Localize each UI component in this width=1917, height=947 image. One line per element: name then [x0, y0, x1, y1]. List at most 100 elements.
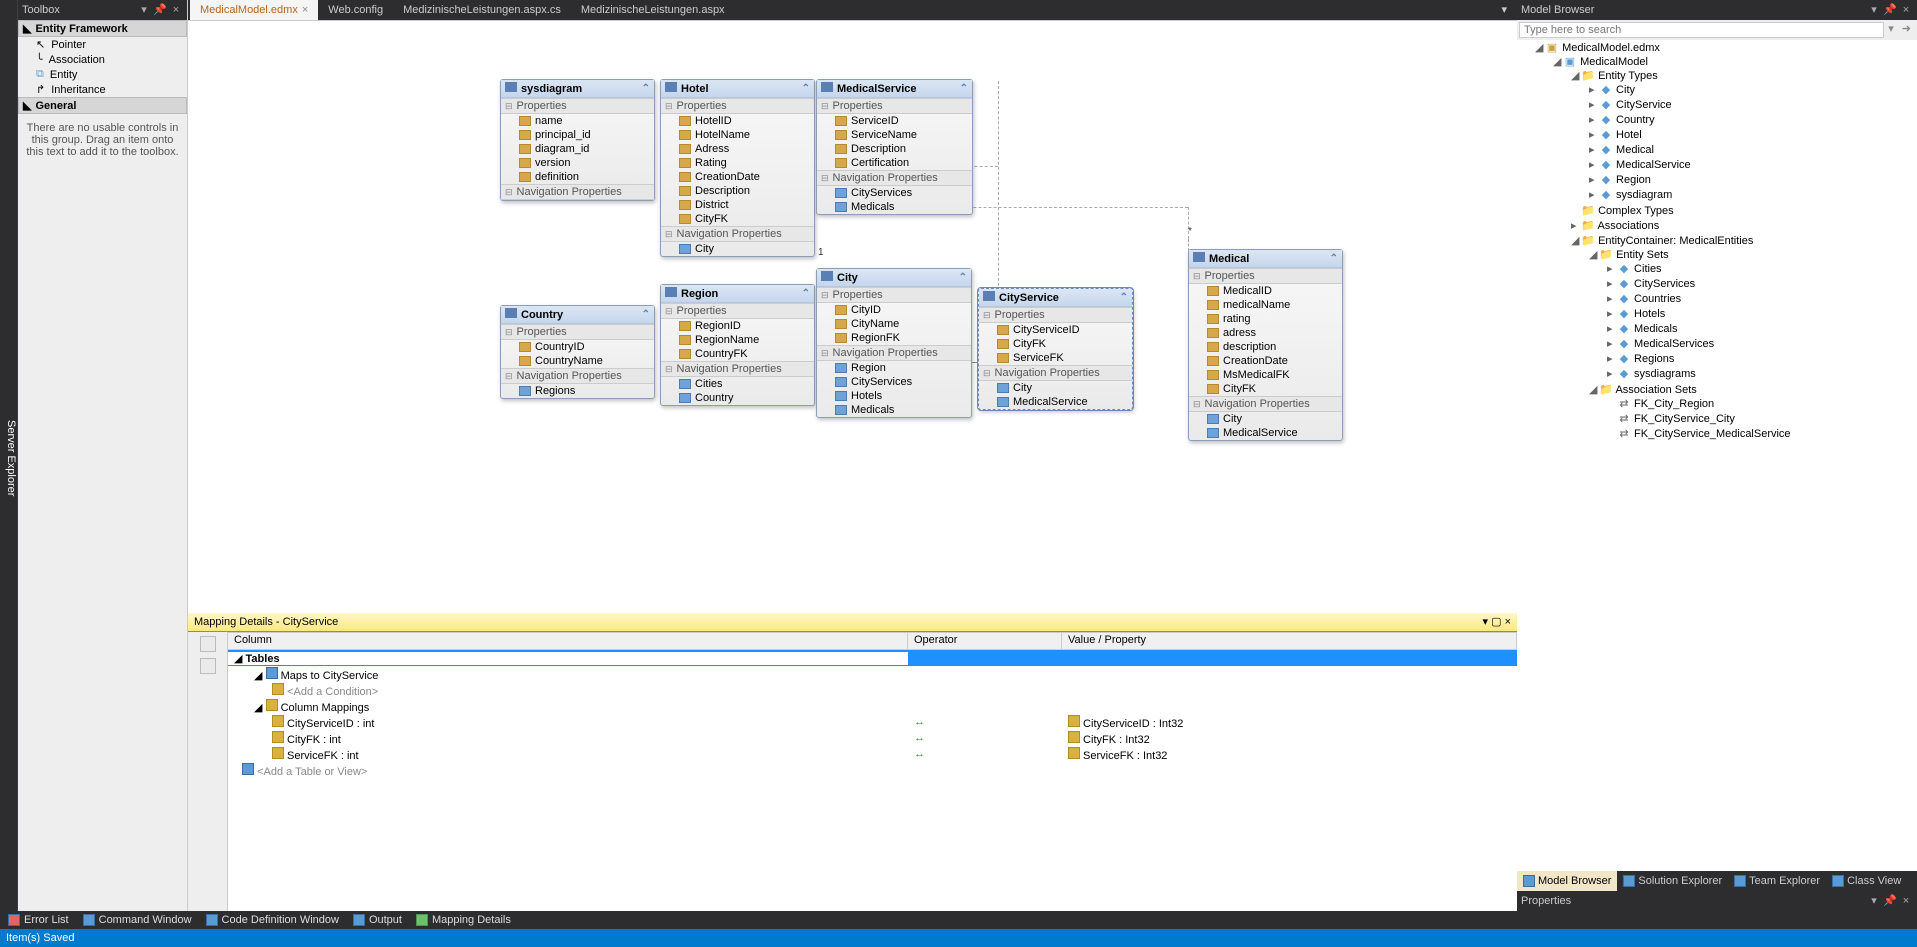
- tree-item[interactable]: ▸◆ CityServices: [1603, 276, 1917, 291]
- tree-item[interactable]: ▸◆ sysdiagram: [1585, 187, 1917, 202]
- mapping-row-mapsto[interactable]: ◢ Maps to CityService: [228, 666, 1517, 682]
- otab-command-window[interactable]: Command Window: [77, 914, 198, 926]
- entity-prop[interactable]: Description: [661, 184, 814, 198]
- otab-mapping-details[interactable]: Mapping Details: [410, 914, 517, 926]
- toolbox-pin-icon[interactable]: 📌: [153, 0, 167, 20]
- rtab-solution-explorer[interactable]: Solution Explorer: [1617, 871, 1728, 891]
- tab-medleistungen-aspx[interactable]: MedizinischeLeistungen.aspx: [571, 0, 735, 20]
- entity-prop[interactable]: definition: [501, 170, 654, 184]
- toolbox-item-inheritance[interactable]: ↱Inheritance: [18, 82, 187, 97]
- tree-item[interactable]: ▸◆ MedicalServices: [1603, 336, 1917, 351]
- otab-output[interactable]: Output: [347, 914, 408, 926]
- entity-prop[interactable]: HotelName: [661, 128, 814, 142]
- otab-code-def[interactable]: Code Definition Window: [200, 914, 345, 926]
- entity-prop[interactable]: name: [501, 114, 654, 128]
- entity-prop[interactable]: ServiceFK: [979, 351, 1132, 365]
- entity-prop[interactable]: CityFK: [1189, 382, 1342, 396]
- toolbox-item-entity[interactable]: ⧉Entity: [18, 67, 187, 82]
- entity-prop[interactable]: CountryName: [501, 354, 654, 368]
- toolbox-item-pointer[interactable]: ↖Pointer: [18, 37, 187, 52]
- toolbox-section-general[interactable]: ◣General: [18, 97, 187, 114]
- tree-item[interactable]: ▸◆ Medical: [1585, 142, 1917, 157]
- mapping-sproc-mode-icon[interactable]: [200, 658, 216, 674]
- model-browser-tree[interactable]: ◢▣ MedicalModel.edmx ◢▣ MedicalModel ◢📁 …: [1517, 40, 1917, 871]
- entity-prop[interactable]: Certification: [817, 156, 972, 170]
- entity-prop[interactable]: description: [1189, 340, 1342, 354]
- mb-close-icon[interactable]: ×: [1899, 0, 1913, 20]
- tree-item[interactable]: ▸◆ Cities: [1603, 261, 1917, 276]
- entity-navprop[interactable]: Country: [661, 391, 814, 405]
- entity-prop[interactable]: Adress: [661, 142, 814, 156]
- tree-item[interactable]: ⇄ FK_City_Region: [1603, 396, 1917, 411]
- entity-medicalservice[interactable]: MedicalService⌃PropertiesServiceIDServic…: [816, 79, 973, 215]
- search-go-icon[interactable]: ➜: [1898, 22, 1915, 38]
- tab-medleistungen-cs[interactable]: MedizinischeLeistungen.aspx.cs: [393, 0, 571, 20]
- entity-medical[interactable]: Medical⌃PropertiesMedicalIDmedicalNamera…: [1188, 249, 1343, 441]
- entity-navprop[interactable]: Medicals: [817, 200, 972, 214]
- entity-cityservice[interactable]: CityService⌃PropertiesCityServiceIDCityF…: [978, 288, 1133, 410]
- entity-prop[interactable]: principal_id: [501, 128, 654, 142]
- entity-navprop[interactable]: MedicalService: [1189, 426, 1342, 440]
- entity-prop[interactable]: Rating: [661, 156, 814, 170]
- entity-prop[interactable]: adress: [1189, 326, 1342, 340]
- model-browser-search[interactable]: [1519, 22, 1884, 38]
- entity-prop[interactable]: RegionID: [661, 319, 814, 333]
- mapping-row-colmappings[interactable]: ◢ Column Mappings: [228, 698, 1517, 714]
- mapping-dropdown-icon[interactable]: ▾: [1483, 616, 1489, 628]
- toolbox-section-ef[interactable]: ◣Entity Framework: [18, 20, 187, 37]
- entity-prop[interactable]: CreationDate: [661, 170, 814, 184]
- entity-navprop[interactable]: City: [979, 381, 1132, 395]
- close-icon[interactable]: ×: [302, 0, 308, 20]
- props-close-icon[interactable]: ×: [1899, 891, 1913, 911]
- entity-navprop[interactable]: CityServices: [817, 186, 972, 200]
- entity-prop[interactable]: CityFK: [979, 337, 1132, 351]
- mapping-window-icon[interactable]: ▢: [1491, 616, 1501, 628]
- entity-prop[interactable]: CityName: [817, 317, 971, 331]
- tree-item[interactable]: ▸◆ Medicals: [1603, 321, 1917, 336]
- entity-prop[interactable]: Description: [817, 142, 972, 156]
- entity-region[interactable]: Region⌃PropertiesRegionIDRegionNameCount…: [660, 284, 815, 406]
- entity-prop[interactable]: MsMedicalFK: [1189, 368, 1342, 382]
- mapping-row-tables[interactable]: ◢ Tables: [228, 650, 1517, 666]
- entity-prop[interactable]: ServiceName: [817, 128, 972, 142]
- tree-item[interactable]: ▸◆ Countries: [1603, 291, 1917, 306]
- entity-navprop[interactable]: Medicals: [817, 403, 971, 417]
- entity-country[interactable]: Country⌃PropertiesCountryIDCountryNameNa…: [500, 305, 655, 399]
- rtab-class-view[interactable]: Class View: [1826, 871, 1907, 891]
- tree-item[interactable]: ▸◆ Hotels: [1603, 306, 1917, 321]
- mapping-row-addtable[interactable]: <Add a Table or View>: [228, 762, 1517, 778]
- entity-prop[interactable]: CountryFK: [661, 347, 814, 361]
- tree-item[interactable]: ▸◆ Hotel: [1585, 127, 1917, 142]
- entity-prop[interactable]: CityServiceID: [979, 323, 1132, 337]
- entity-navprop[interactable]: Regions: [501, 384, 654, 398]
- entity-navprop[interactable]: City: [1189, 412, 1342, 426]
- entity-city[interactable]: City⌃PropertiesCityIDCityNameRegionFKNav…: [816, 268, 972, 418]
- entity-navprop[interactable]: City: [661, 242, 814, 256]
- entity-prop[interactable]: medicalName: [1189, 298, 1342, 312]
- tree-item[interactable]: ⇄ FK_CityService_City: [1603, 411, 1917, 426]
- props-dropdown-icon[interactable]: ▾: [1867, 891, 1881, 911]
- tab-medicalmodel[interactable]: MedicalModel.edmx×: [190, 0, 318, 20]
- props-pin-icon[interactable]: 📌: [1883, 891, 1897, 911]
- entity-prop[interactable]: District: [661, 198, 814, 212]
- entity-prop[interactable]: CityID: [817, 303, 971, 317]
- entity-navprop[interactable]: Region: [817, 361, 971, 375]
- entity-prop[interactable]: CountryID: [501, 340, 654, 354]
- tree-item[interactable]: ⇄ FK_CityService_MedicalService: [1603, 426, 1917, 441]
- mapping-row-addcondition[interactable]: <Add a Condition>: [228, 682, 1517, 698]
- toolbox-item-association[interactable]: ╰Association: [18, 52, 187, 67]
- entity-prop[interactable]: CityFK: [661, 212, 814, 226]
- tree-item[interactable]: ▸◆ Country: [1585, 112, 1917, 127]
- search-dropdown-icon[interactable]: ▾: [1884, 22, 1898, 38]
- entity-prop[interactable]: rating: [1189, 312, 1342, 326]
- entity-prop[interactable]: diagram_id: [501, 142, 654, 156]
- tabs-overflow-icon[interactable]: ▾: [1491, 0, 1517, 20]
- entity-sysdiagram[interactable]: sysdiagram⌃Propertiesnameprincipal_iddia…: [500, 79, 655, 201]
- entity-prop[interactable]: RegionName: [661, 333, 814, 347]
- otab-error-list[interactable]: Error List: [2, 914, 75, 926]
- mapping-column-row[interactable]: ServiceFK : int ↔ ServiceFK : Int32: [228, 746, 1517, 762]
- tree-item[interactable]: ▸◆ City: [1585, 82, 1917, 97]
- entity-navprop[interactable]: Cities: [661, 377, 814, 391]
- edmx-designer-canvas[interactable]: 1 * 1 * 1 * 1 * 0..1 1 0..1 * * sysdiagr…: [188, 21, 1517, 613]
- mapping-close-icon[interactable]: ×: [1505, 616, 1511, 628]
